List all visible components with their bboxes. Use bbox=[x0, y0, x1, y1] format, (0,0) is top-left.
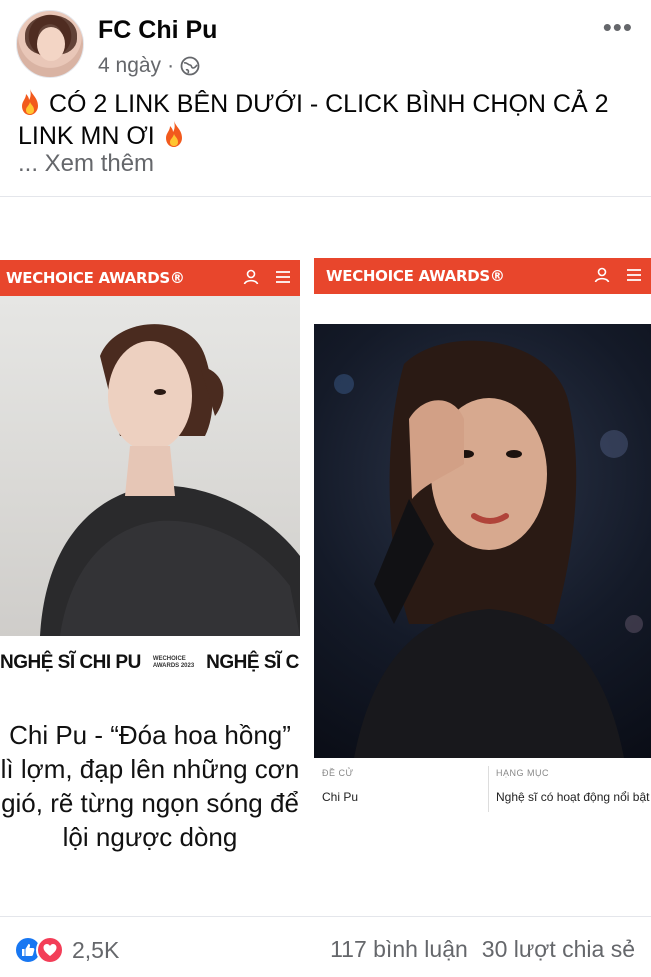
fire-icon bbox=[22, 89, 38, 115]
category-label: HẠNG MỤC bbox=[496, 768, 549, 778]
ribbon-mini-2: AWARDS 2023 bbox=[152, 663, 195, 669]
menu-icon bbox=[276, 271, 290, 283]
portrait-illustration bbox=[40, 324, 300, 636]
post-caption: CÓ 2 LINK BÊN DƯỚI - CLICK BÌNH CHỌN CẢ … bbox=[18, 88, 638, 152]
avatar-face bbox=[37, 27, 65, 61]
more-icon[interactable]: ••• bbox=[603, 14, 633, 40]
wechoice-logo: WECHOICE AWARDS® bbox=[326, 267, 505, 285]
page-avatar[interactable] bbox=[16, 10, 84, 78]
nghe-si-ribbon: NGHỆ SĨ CHI PU WECHOICE AWARDS 2023 NGHỆ… bbox=[0, 650, 300, 676]
nominee-block: ĐỀ CỬ Chi Pu bbox=[322, 768, 358, 804]
ribbon-mini-logo: WECHOICE AWARDS 2023 bbox=[153, 656, 194, 670]
user-icon bbox=[594, 267, 610, 283]
caption-text: CÓ 2 LINK BÊN DƯỚI - CLICK BÌNH CHỌN CẢ … bbox=[18, 90, 609, 150]
post-image-left[interactable]: WECHOICE AWARDS® NGHỆ SĨ CHI PU WECHOICE… bbox=[0, 258, 300, 886]
post-stats: 117 bình luận 30 lượt chia sẻ bbox=[330, 936, 635, 963]
ribbon-text: NGHỆ SĨ CHI PU bbox=[0, 652, 141, 673]
post-meta: 4 ngày · bbox=[98, 54, 200, 78]
wechoice-logo: WECHOICE AWARDS® bbox=[6, 269, 185, 287]
ribbon-mini-1: WECHOICE bbox=[152, 656, 186, 662]
love-icon bbox=[36, 936, 64, 964]
reaction-count: 2,5K bbox=[72, 936, 120, 963]
post-image-right[interactable]: WECHOICE AWARDS® ĐỀ CỬ Chi Pu HẠNG MỤC N… bbox=[314, 258, 651, 818]
post-time[interactable]: 4 ngày bbox=[98, 54, 161, 78]
night-portrait-illustration bbox=[334, 340, 643, 758]
nominee-value: Chi Pu bbox=[322, 790, 359, 804]
nominee-label: ĐỀ CỬ bbox=[322, 768, 354, 778]
divider bbox=[0, 196, 651, 197]
reactions-summary[interactable]: 2,5K bbox=[14, 936, 119, 964]
divider bbox=[0, 916, 651, 917]
comments-count[interactable]: 117 bình luận bbox=[330, 936, 468, 963]
chi-pu-portrait-photo bbox=[0, 296, 300, 636]
wechoice-header-bar: WECHOICE AWARDS® bbox=[314, 258, 651, 294]
shares-count[interactable]: 30 lượt chia sẻ bbox=[482, 936, 635, 963]
chi-pu-night-photo bbox=[314, 324, 651, 758]
wechoice-header-bar: WECHOICE AWARDS® bbox=[0, 260, 300, 296]
info-divider bbox=[488, 766, 489, 812]
user-icon bbox=[243, 269, 259, 285]
category-block: HẠNG MỤC Nghệ sĩ có hoạt động nổi bật bbox=[496, 768, 649, 804]
ribbon-text-repeat: NGHỆ SĨ CI bbox=[206, 652, 300, 673]
see-more-link[interactable]: ... Xem thêm bbox=[18, 150, 154, 178]
menu-icon bbox=[627, 269, 641, 281]
page-name[interactable]: FC Chi Pu bbox=[98, 16, 217, 45]
article-title: Chi Pu - “Đóa hoa hồng” lì lợm, đạp lên … bbox=[0, 720, 300, 852]
fire-icon bbox=[165, 121, 182, 147]
meta-dot: · bbox=[167, 54, 175, 77]
globe-icon bbox=[180, 56, 200, 76]
category-value: Nghệ sĩ có hoạt động nổi bật bbox=[496, 790, 650, 804]
